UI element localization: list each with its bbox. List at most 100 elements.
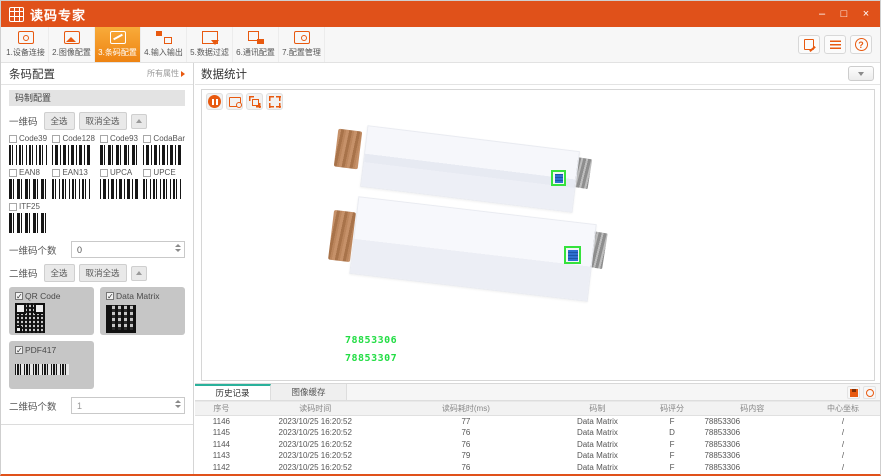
tab-history-record[interactable]: 历史记录	[195, 384, 271, 400]
decoded-value-1: 78853306	[345, 335, 397, 346]
minimize-button[interactable]: –	[816, 9, 828, 20]
tab-config-manage[interactable]: 7.配置管理	[279, 27, 325, 62]
tab-label: 7.配置管理	[282, 47, 321, 58]
barcode-checkbox-itf25[interactable]: ITF25	[9, 202, 47, 211]
app-title: 读码专家	[30, 5, 86, 24]
stepper-arrows[interactable]	[175, 400, 181, 408]
table-row[interactable]: 1142 2023/10/25 16:20:52 76 Data Matrix …	[195, 462, 880, 474]
barcode-item-datamatrix[interactable]: Data Matrix	[100, 287, 185, 335]
tab-image-config[interactable]: 2.图像配置	[49, 27, 95, 62]
col-code-type[interactable]: 码制	[549, 402, 646, 416]
fit-view-button[interactable]	[246, 93, 263, 110]
barcode-label: EAN13	[62, 168, 87, 177]
col-duration[interactable]: 读码耗时(ms)	[383, 402, 549, 416]
cell-score: D	[646, 427, 699, 439]
barcode-checkbox-upca[interactable]: UPCA	[100, 168, 138, 177]
col-read-time[interactable]: 读码时间	[248, 402, 383, 416]
barcode-checkbox-qrcode[interactable]: QR Code	[15, 291, 88, 301]
count-1d-stepper[interactable]: 0	[71, 241, 185, 258]
close-button[interactable]: ×	[860, 9, 872, 20]
copper-tape-top	[334, 129, 362, 170]
qr-sample-image	[15, 303, 45, 333]
barcode-label: EAN8	[19, 168, 40, 177]
checkbox-icon	[100, 135, 108, 143]
all-properties-link[interactable]: 所有属性	[147, 68, 185, 79]
clear-button[interactable]	[863, 386, 876, 399]
barcode-config-panel: 条码配置 所有属性 码制配置 一维码 全选 取消全选 Code39	[1, 63, 194, 474]
stats-header: 数据统计	[195, 63, 880, 85]
history-table: 序号 读码时间 读码耗时(ms) 码制 码评分 码内容 中心坐标 1146 20…	[195, 401, 880, 476]
barcode-checkbox-ean13[interactable]: EAN13	[52, 168, 94, 177]
barcode-sample-image	[100, 179, 138, 199]
datamatrix-code-region	[568, 250, 578, 261]
fullscreen-button[interactable]	[266, 93, 283, 110]
table-row[interactable]: 1143 2023/10/25 16:20:52 79 Data Matrix …	[195, 450, 880, 462]
save-button[interactable]	[847, 386, 860, 399]
barcode-checkbox-ean8[interactable]: EAN8	[9, 168, 47, 177]
count-2d-label: 二维码个数	[9, 399, 71, 413]
col-index[interactable]: 序号	[195, 402, 248, 416]
deselect-all-2d-button[interactable]: 取消全选	[79, 264, 127, 282]
barcode-1d-grid: Code39 Code128 Code93	[9, 134, 185, 233]
tab-image-cache[interactable]: 图像缓存	[271, 384, 347, 400]
datamatrix-sample-image	[106, 305, 136, 333]
count-2d-value: 1	[77, 401, 82, 411]
collapse-2d-button[interactable]	[131, 266, 147, 281]
barcode-item-pdf417[interactable]: PDF417	[9, 341, 94, 389]
tab-input-output[interactable]: 4.输入输出	[141, 27, 187, 62]
help-button[interactable]: ?	[850, 35, 872, 54]
barcode-checkbox-datamatrix[interactable]: Data Matrix	[106, 291, 179, 301]
cell-content: 78853306	[698, 427, 806, 439]
select-all-2d-button[interactable]: 全选	[44, 264, 75, 282]
deselect-all-1d-button[interactable]: 取消全选	[79, 112, 127, 130]
col-center[interactable]: 中心坐标	[806, 402, 880, 416]
checkbox-icon	[52, 169, 60, 177]
snapshot-button[interactable]	[226, 93, 243, 110]
history-actions	[847, 386, 876, 399]
cell-duration: 76	[383, 427, 549, 439]
stepper-arrows[interactable]	[175, 244, 181, 252]
tab-comm-config[interactable]: 6.通讯配置	[233, 27, 279, 62]
panel-header: 条码配置 所有属性	[1, 63, 193, 85]
log-button[interactable]	[798, 35, 820, 54]
maximize-button[interactable]: □	[838, 9, 850, 20]
cell-center: /	[806, 427, 880, 439]
list-button[interactable]	[824, 35, 846, 54]
barcode-checkbox-upce[interactable]: UPCE	[143, 168, 185, 177]
tab-data-filter[interactable]: 5.数据过滤	[187, 27, 233, 62]
table-row[interactable]: 1145 2023/10/25 16:20:52 76 Data Matrix …	[195, 427, 880, 439]
barcode-checkbox-code93[interactable]: Code93	[100, 134, 138, 143]
cell-code-type: Data Matrix	[549, 427, 646, 439]
log-icon	[804, 39, 814, 50]
count-2d-stepper[interactable]: 1	[71, 397, 185, 414]
cell-score: F	[646, 462, 699, 474]
image-viewer[interactable]: 78853306 78853307	[201, 89, 875, 381]
app-window: 读码专家 – □ × 1.设备连接 2.图像配置 3.条码配置 4.输入输出 5…	[0, 0, 881, 476]
barcode-checkbox-pdf417[interactable]: PDF417	[15, 345, 88, 355]
help-icon: ?	[855, 38, 868, 51]
barcode-item-code128: Code128	[52, 134, 94, 165]
barcode-edit-icon	[110, 31, 126, 44]
window-controls: – □ ×	[816, 9, 872, 20]
tab-device-connect[interactable]: 1.设备连接	[3, 27, 49, 62]
cell-code-type: Data Matrix	[549, 462, 646, 474]
cell-index: 1142	[195, 462, 248, 474]
cell-content: 78853306	[698, 439, 806, 451]
pause-button[interactable]	[206, 93, 223, 110]
select-all-1d-button[interactable]: 全选	[44, 112, 75, 130]
barcode-sample-image	[143, 145, 181, 165]
table-row[interactable]: 1146 2023/10/25 16:20:52 77 Data Matrix …	[195, 416, 880, 428]
stats-dropdown-button[interactable]	[848, 66, 874, 81]
col-score[interactable]: 码评分	[646, 402, 699, 416]
tab-barcode-config[interactable]: 3.条码配置	[95, 27, 141, 62]
barcode-checkbox-codabar[interactable]: CodaBar	[143, 134, 185, 143]
cell-score: F	[646, 450, 699, 462]
barcode-item-qrcode[interactable]: QR Code	[9, 287, 94, 335]
tab-label: 1.设备连接	[6, 47, 45, 58]
group-1d-label: 一维码	[9, 114, 38, 128]
collapse-1d-button[interactable]	[131, 114, 147, 129]
table-row[interactable]: 1144 2023/10/25 16:20:52 76 Data Matrix …	[195, 439, 880, 451]
barcode-checkbox-code128[interactable]: Code128	[52, 134, 94, 143]
col-content[interactable]: 码内容	[698, 402, 806, 416]
barcode-checkbox-code39[interactable]: Code39	[9, 134, 47, 143]
